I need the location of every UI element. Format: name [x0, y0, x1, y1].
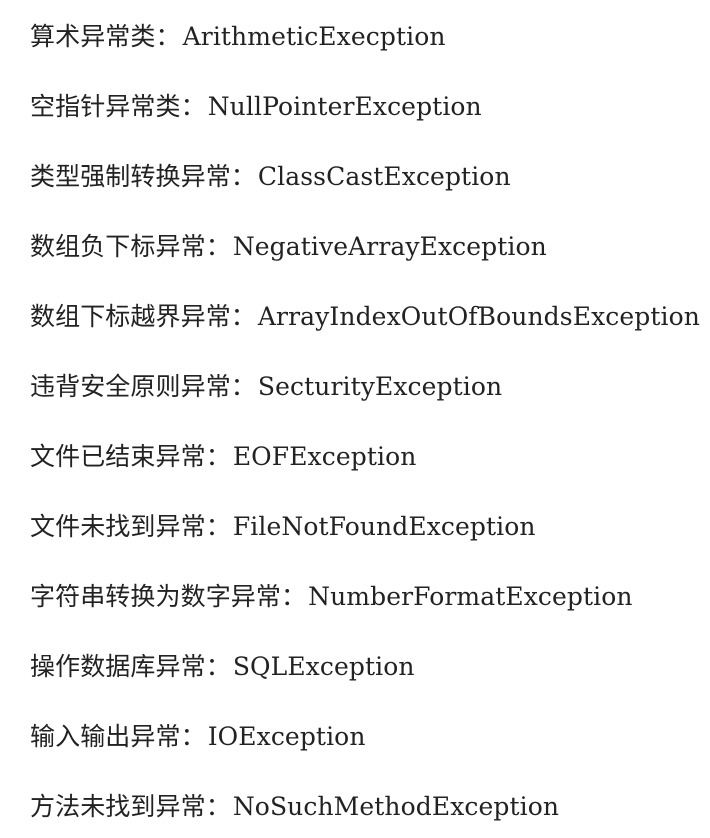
exception-row-no-such-method: 方法未找到异常： NoSuchMethodException	[30, 786, 559, 826]
exception-label: 方法未找到异常：	[30, 791, 231, 821]
exception-row-eof: 文件已结束异常： EOFException	[30, 436, 416, 476]
exception-class-name: ArithmeticExecption	[182, 21, 446, 51]
exception-label: 字符串转换为数字异常：	[30, 581, 307, 611]
exception-row-io: 输入输出异常： IOException	[30, 716, 366, 756]
exception-class-name: ClassCastException	[257, 161, 511, 191]
exception-row-security: 违背安全原则异常： SecturityException	[30, 366, 502, 406]
exception-label: 文件已结束异常：	[30, 441, 231, 471]
exception-row-array-index-out-of-bounds: 数组下标越界异常： ArrayIndexOutOfBoundsException	[30, 296, 700, 336]
exception-label: 类型强制转换异常：	[30, 161, 256, 191]
exception-label: 操作数据库异常：	[30, 651, 231, 681]
exception-label: 输入输出异常：	[30, 721, 206, 751]
exception-class-name: SQLException	[232, 651, 415, 681]
exception-list-page: 算术异常类： ArithmeticExecption 空指针异常类： NullP…	[30, 0, 700, 838]
exception-label: 算术异常类：	[30, 21, 181, 51]
exception-row-sql: 操作数据库异常： SQLException	[30, 646, 415, 686]
exception-class-name: FileNotFoundException	[232, 511, 536, 541]
exception-row-file-not-found: 文件未找到异常： FileNotFoundException	[30, 506, 536, 546]
exception-class-name: EOFException	[232, 441, 417, 471]
exception-row-arithmetic: 算术异常类： ArithmeticExecption	[30, 16, 446, 56]
exception-label: 违背安全原则异常：	[30, 371, 256, 401]
exception-row-number-format: 字符串转换为数字异常： NumberFormatException	[30, 576, 633, 616]
exception-label: 空指针异常类：	[30, 91, 206, 121]
exception-list: 算术异常类： ArithmeticExecption 空指针异常类： NullP…	[30, 0, 700, 838]
exception-label: 数组下标越界异常：	[30, 301, 256, 331]
exception-class-name: SecturityException	[257, 371, 503, 401]
exception-row-class-cast: 类型强制转换异常： ClassCastException	[30, 156, 511, 196]
exception-class-name: NegativeArrayException	[232, 231, 547, 261]
exception-label: 数组负下标异常：	[30, 231, 231, 261]
exception-label: 文件未找到异常：	[30, 511, 231, 541]
exception-class-name: NumberFormatException	[308, 581, 633, 611]
exception-row-negative-array: 数组负下标异常： NegativeArrayException	[30, 226, 547, 266]
exception-row-null-pointer: 空指针异常类： NullPointerException	[30, 86, 482, 126]
exception-class-name: ArrayIndexOutOfBoundsException	[257, 301, 700, 331]
exception-class-name: NullPointerException	[207, 91, 482, 121]
exception-class-name: IOException	[207, 721, 366, 751]
exception-class-name: NoSuchMethodException	[232, 791, 560, 821]
